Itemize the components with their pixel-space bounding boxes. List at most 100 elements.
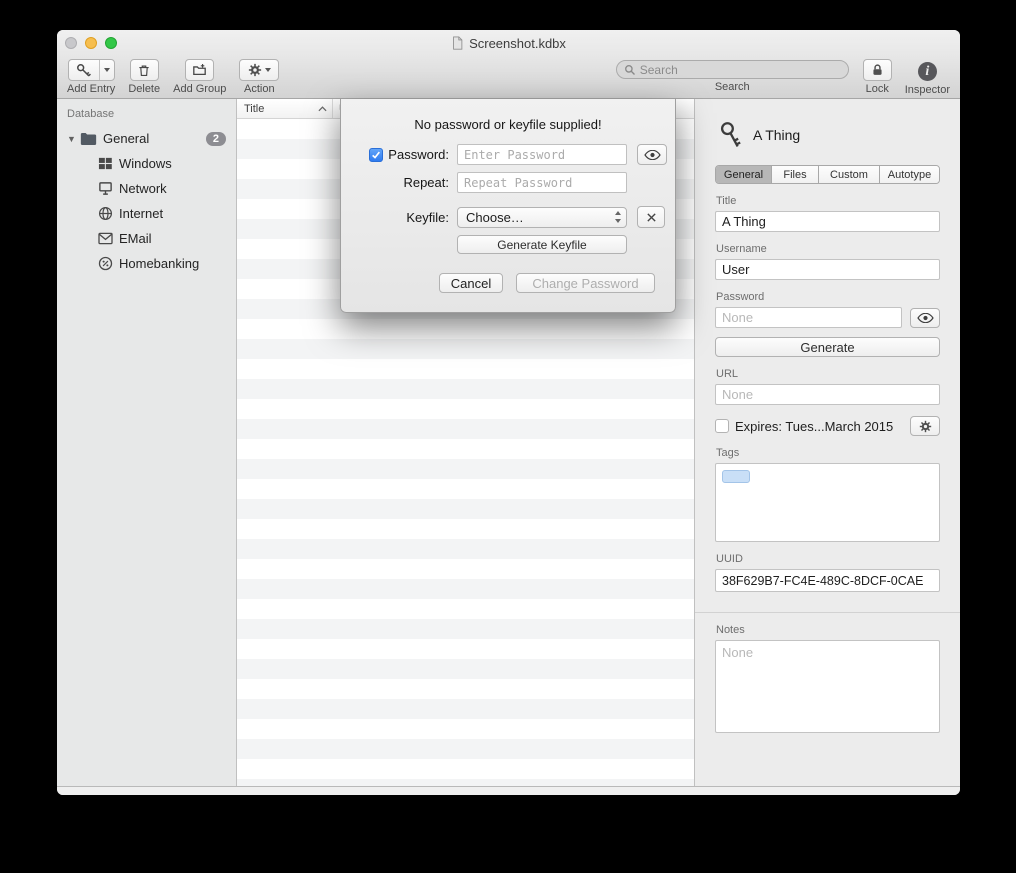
tab-custom[interactable]: Custom	[819, 166, 880, 183]
sheet-repeat-label: Repeat:	[349, 175, 449, 190]
uuid-field[interactable]	[715, 569, 940, 592]
expires-settings-button[interactable]	[910, 416, 940, 436]
sheet-show-password-button[interactable]	[637, 144, 667, 165]
tab-autotype[interactable]: Autotype	[880, 166, 939, 183]
password-field[interactable]	[715, 307, 902, 328]
close-x-icon	[646, 212, 657, 223]
clear-keyfile-button[interactable]	[637, 206, 665, 228]
tab-general[interactable]: General	[716, 166, 772, 183]
add-entry-label: Add Entry	[67, 83, 115, 95]
inspector-button[interactable]: i	[913, 60, 942, 82]
sidebar-item-label: EMail	[119, 231, 152, 246]
app-window: Screenshot.kdbx Add Entry Delete	[57, 30, 960, 795]
add-entry-dropdown[interactable]	[99, 60, 114, 80]
password-row	[715, 307, 940, 328]
sheet-buttons: Cancel Change Password	[341, 273, 675, 293]
lock-icon	[871, 63, 884, 77]
toolbar: Add Entry Delete Add Group	[57, 56, 960, 99]
change-password-sheet: No password or keyfile supplied! Passwor…	[340, 99, 676, 313]
expires-row: Expires: Tues...March 2015	[715, 416, 940, 436]
action-item: Action	[239, 57, 279, 95]
lock-button[interactable]	[863, 59, 892, 81]
add-group-button[interactable]	[185, 59, 214, 81]
popup-stepper-icon	[614, 210, 622, 224]
sidebar-item-homebanking[interactable]: Homebanking	[57, 251, 236, 276]
repeat-password-input[interactable]	[457, 172, 627, 193]
search-field[interactable]	[616, 60, 849, 79]
enter-password-input[interactable]	[457, 144, 627, 165]
add-entry-button[interactable]	[68, 59, 115, 81]
toolbar-right: Search Lock i Inspector	[616, 57, 950, 96]
search-icon	[624, 64, 636, 76]
sidebar-item-network[interactable]: Network	[57, 176, 236, 201]
cancel-button[interactable]: Cancel	[439, 273, 503, 293]
tab-files[interactable]: Files	[772, 166, 819, 183]
action-button[interactable]	[239, 59, 279, 81]
search-label: Search	[715, 81, 750, 93]
gear-icon	[919, 420, 932, 433]
keyfile-popup-value: Choose…	[466, 210, 524, 225]
show-password-button[interactable]	[910, 308, 940, 328]
delete-label: Delete	[128, 83, 160, 95]
trash-icon	[137, 63, 151, 78]
sheet-password-row: Password:	[349, 144, 675, 165]
sidebar-group-general[interactable]: ▼ General 2	[57, 126, 236, 151]
key-icon	[717, 121, 743, 149]
title-label: Title	[716, 195, 940, 207]
lock-label: Lock	[866, 83, 889, 95]
eye-icon	[644, 150, 661, 160]
globe-icon	[98, 206, 113, 221]
url-field[interactable]	[715, 384, 940, 405]
generate-button[interactable]: Generate	[715, 337, 940, 357]
username-field[interactable]	[715, 259, 940, 280]
inspector-panel: A Thing General Files Custom Autotype Ti…	[695, 99, 960, 786]
sheet-repeat-row: Repeat:	[349, 172, 675, 193]
keyfile-popup[interactable]: Choose…	[457, 207, 627, 228]
column-title-label: Title	[244, 103, 264, 115]
sidebar-item-windows[interactable]: Windows	[57, 151, 236, 176]
eye-icon	[917, 313, 934, 323]
password-label: Password	[716, 291, 940, 303]
column-header-title[interactable]: Title	[237, 99, 332, 118]
titlebar[interactable]: Screenshot.kdbx	[57, 30, 960, 56]
sidebar-item-email[interactable]: EMail	[57, 226, 236, 251]
chevron-down-icon	[104, 68, 110, 72]
content-area: Database ▼ General 2 Windows Networ	[57, 99, 960, 786]
notes-field[interactable]	[715, 640, 940, 733]
sheet-keyfile-label: Keyfile:	[349, 210, 449, 225]
expires-checkbox[interactable]	[715, 419, 729, 433]
sheet-password-label: Password:	[388, 147, 449, 162]
sidebar-item-label: Windows	[119, 156, 172, 171]
sidebar-item-label: Homebanking	[119, 256, 199, 271]
action-label: Action	[244, 83, 275, 95]
username-label: Username	[716, 243, 940, 255]
chevron-down-icon	[265, 68, 271, 72]
sheet-keyfile-row: Keyfile: Choose…	[349, 206, 675, 228]
window-bottom-strip	[57, 786, 960, 795]
tag-token[interactable]	[722, 470, 750, 483]
sidebar-item-internet[interactable]: Internet	[57, 201, 236, 226]
sidebar-item-label: Internet	[119, 206, 163, 221]
title-field[interactable]	[715, 211, 940, 232]
add-group-item: Add Group	[173, 57, 226, 95]
search-item: Search	[616, 57, 849, 93]
search-input[interactable]	[640, 63, 841, 77]
password-checkbox[interactable]	[369, 148, 383, 162]
add-entry-item: Add Entry	[67, 57, 115, 95]
inspector-label: Inspector	[905, 84, 950, 96]
add-group-label: Add Group	[173, 83, 226, 95]
window-title-text: Screenshot.kdbx	[469, 36, 566, 51]
expires-label: Expires: Tues...March 2015	[735, 419, 893, 434]
tags-label: Tags	[716, 447, 940, 459]
tags-box[interactable]	[715, 463, 940, 542]
sheet-message: No password or keyfile supplied!	[341, 117, 675, 132]
delete-button[interactable]	[130, 59, 159, 81]
disclosure-triangle-icon[interactable]: ▼	[67, 134, 80, 144]
document-icon	[451, 36, 464, 50]
sidebar-item-label: Network	[119, 181, 167, 196]
change-password-button[interactable]: Change Password	[516, 273, 655, 293]
percent-coin-icon	[98, 256, 113, 271]
window-title: Screenshot.kdbx	[57, 30, 960, 56]
key-plus-icon	[69, 60, 99, 80]
generate-keyfile-button[interactable]: Generate Keyfile	[457, 235, 627, 254]
